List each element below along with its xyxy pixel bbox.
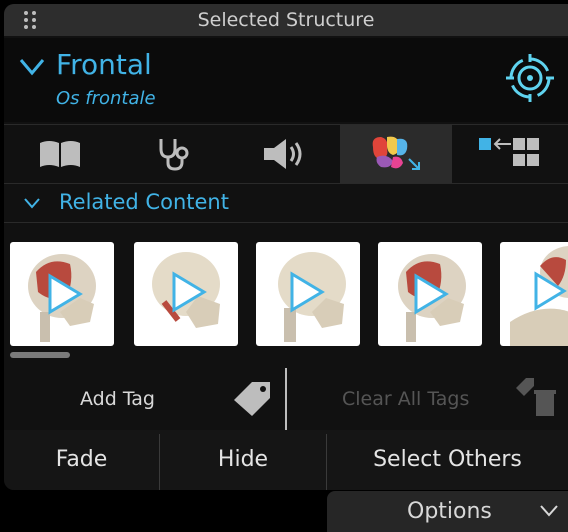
skeleton-video-icon: [510, 246, 568, 346]
audio-button[interactable]: [228, 125, 340, 183]
skull-video-icon: [152, 252, 220, 328]
content-toolbar: [4, 124, 568, 184]
skull-video-icon: [398, 254, 466, 342]
video-thumbnail[interactable]: [10, 242, 114, 346]
layers-button[interactable]: [452, 125, 564, 183]
anatomy-regions-icon: [372, 136, 420, 170]
select-others-button[interactable]: Select Others: [327, 430, 568, 490]
tag-icon[interactable]: [230, 378, 276, 418]
tags-row: Add Tag Clear All Tags: [4, 366, 568, 431]
panel-titlebar[interactable]: Selected Structure: [4, 4, 568, 36]
options-label: Options: [407, 499, 492, 524]
selected-structure-panel: Selected Structure Frontal Os frontale R…: [4, 4, 568, 490]
options-button[interactable]: Options: [327, 491, 568, 532]
clear-all-tags-button[interactable]: Clear All Tags: [342, 388, 469, 410]
hide-button[interactable]: Hide: [160, 430, 326, 490]
locate-target-icon[interactable]: [506, 54, 554, 102]
video-thumbnail[interactable]: [256, 242, 360, 346]
skull-video-icon: [278, 252, 346, 342]
structure-latin-name: Os frontale: [56, 88, 156, 109]
book-icon: [40, 141, 80, 167]
book-button[interactable]: [4, 125, 116, 183]
speaker-icon: [264, 139, 302, 169]
layer-grid-icon: [479, 138, 539, 166]
action-bar: Fade Hide Select Others: [4, 430, 568, 490]
fade-button[interactable]: Fade: [4, 430, 159, 490]
video-thumbnail[interactable]: [500, 242, 568, 346]
tags-divider: [285, 368, 287, 430]
related-content-header[interactable]: Related Content: [4, 184, 568, 223]
structure-header: Frontal Os frontale: [4, 38, 568, 122]
add-tag-button[interactable]: Add Tag: [80, 388, 155, 410]
chevron-down-icon[interactable]: [19, 58, 45, 76]
stethoscope-icon: [159, 139, 189, 171]
stethoscope-button[interactable]: [116, 125, 228, 183]
video-thumbnail[interactable]: [378, 242, 482, 346]
carousel-scrollbar[interactable]: [10, 352, 70, 358]
skull-video-icon: [28, 254, 96, 342]
related-content-label: Related Content: [59, 190, 229, 214]
anatomy-regions-button[interactable]: [340, 125, 452, 183]
chevron-down-icon: [540, 505, 558, 517]
panel-title: Selected Structure: [197, 9, 375, 31]
structure-name: Frontal: [56, 48, 152, 81]
trash-tag-icon[interactable]: [512, 374, 558, 420]
related-content-carousel[interactable]: [4, 224, 568, 364]
video-thumbnail[interactable]: [134, 242, 238, 346]
chevron-down-icon: [24, 198, 40, 209]
